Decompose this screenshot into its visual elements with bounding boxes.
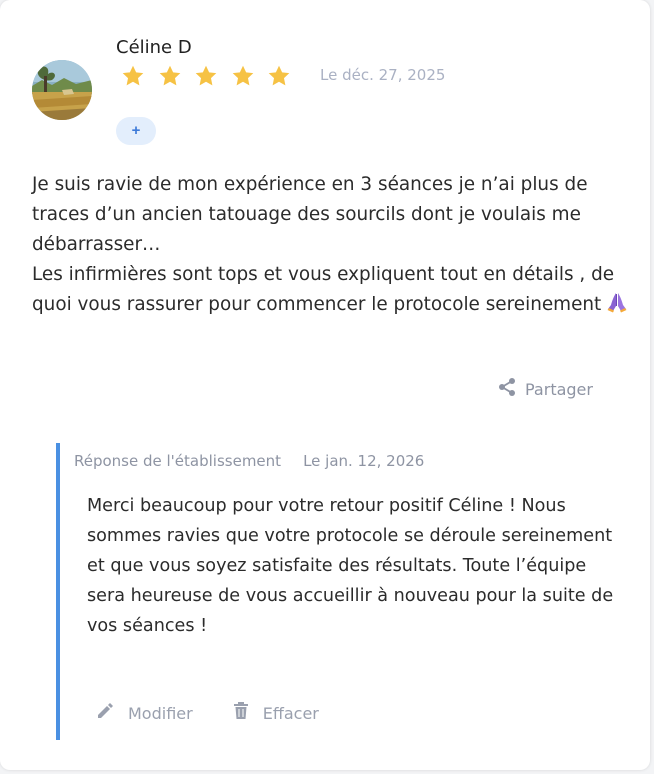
star-icon — [157, 63, 183, 89]
review-text-line-content: Les infirmières sont tops et vous expliq… — [32, 264, 615, 315]
author-name: Céline D — [116, 37, 192, 58]
reply-actions: Modifier Effacer — [96, 702, 319, 724]
reply-header: Réponse de l'établissement Le jan. 12, 20… — [74, 452, 424, 470]
share-icon — [497, 377, 517, 401]
edit-label: Modifier — [128, 703, 193, 723]
avatar — [32, 60, 92, 120]
reply-date: Le jan. 12, 2026 — [303, 452, 425, 470]
edit-button[interactable]: Modifier — [96, 702, 193, 724]
expand-button[interactable]: + — [116, 117, 156, 145]
review-text-line: Les infirmières sont tops et vous expliq… — [32, 260, 632, 320]
review-date: Le déc. 27, 2025 — [320, 66, 446, 84]
star-rating — [120, 63, 303, 89]
share-button[interactable]: Partager — [497, 376, 593, 402]
establishment-reply: Réponse de l'établissement Le jan. 12, 20… — [56, 443, 620, 740]
folded-hands-emoji — [605, 291, 629, 313]
star-icon — [266, 63, 292, 89]
trash-icon — [233, 702, 249, 724]
delete-button[interactable]: Effacer — [233, 702, 319, 724]
star-icon — [120, 63, 146, 89]
review-text: Je suis ravie de mon expérience en 3 séa… — [32, 170, 632, 320]
reply-title: Réponse de l'établissement — [74, 452, 282, 470]
review-card: Céline D Le déc. 27, 2025 + Je suis ravi… — [0, 0, 650, 770]
share-label: Partager — [525, 379, 593, 399]
reply-text: Merci beaucoup pour votre retour positif… — [87, 491, 617, 641]
delete-label: Effacer — [262, 703, 319, 723]
star-icon — [193, 63, 219, 89]
reply-text-content: Merci beaucoup pour votre retour positif… — [87, 496, 614, 636]
pencil-icon — [96, 702, 114, 724]
plus-icon: + — [131, 122, 141, 139]
review-text-line: Je suis ravie de mon expérience en 3 séa… — [32, 174, 588, 255]
star-icon — [230, 63, 256, 89]
